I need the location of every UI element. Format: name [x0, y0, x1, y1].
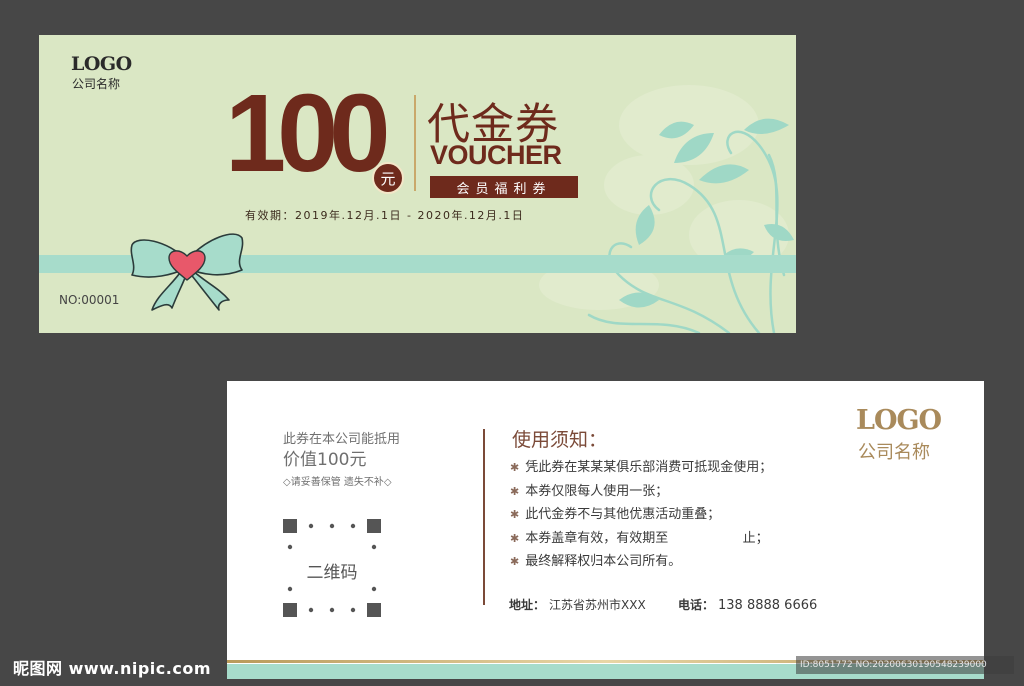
usage-notice-title: 使用须知：	[512, 429, 608, 451]
floral-decoration-icon	[587, 118, 794, 333]
yuan-badge: 元	[372, 162, 404, 194]
bullet-star-icon: ✱	[510, 531, 520, 545]
address: 地址： 江苏省苏州市XXX	[509, 596, 646, 613]
bullet-star-icon: ✱	[510, 461, 520, 474]
back-company-name: 公司名称	[858, 442, 930, 463]
bullet-star-icon: ✱	[510, 508, 520, 521]
section-divider	[483, 429, 485, 605]
qr-code-label: 二维码	[306, 563, 358, 583]
voucher-front: LOGO 公司名称 100 元 代金券 VOUCHER 会员福利券 有效期：20…	[39, 35, 796, 333]
watermark-id: ID:8051772 NO:20200630190548239000	[796, 656, 1014, 674]
list-item: ✱ 本券盖章有效，有效期至 止；	[510, 530, 769, 546]
worth-line-2: 价值100元	[283, 450, 367, 470]
list-item: ✱ 凭此券在某某某俱乐部消费可抵现金使用；	[510, 460, 773, 475]
address-value: 江苏省苏州市XXX	[549, 598, 646, 612]
phone: 电话： 138 8888 6666	[678, 596, 817, 613]
front-company-name: 公司名称	[72, 77, 121, 91]
list-item: ✱ 此代金券不与其他优惠活动重叠；	[510, 507, 721, 522]
bullet-star-icon: ✱	[510, 484, 520, 498]
list-item: ✱ 本券仅限每人使用一张；	[510, 483, 669, 499]
member-badge: 会员福利券	[430, 176, 578, 198]
bullet-star-icon: ✱	[510, 555, 520, 568]
list-item: ✱ 最终解释权归本公司所有。	[510, 554, 682, 569]
phone-value: 138 8888 6666	[718, 598, 818, 613]
phone-label: 电话：	[678, 598, 715, 612]
usage-rules-list: ✱ 凭此券在某某某俱乐部消费可抵现金使用； ✱ 本券仅限每人使用一张； ✱ 此代金券不…	[510, 456, 772, 574]
title-divider	[414, 95, 416, 191]
back-logo: LOGO	[856, 405, 942, 436]
validity-period: 有效期：2019年.12月.1日 - 2020年.12月.1日	[245, 209, 525, 222]
serial-number: NO:00001	[59, 293, 120, 307]
voucher-title-en: VOUCHER	[430, 140, 562, 170]
keep-safe-note: ◇请妥善保管 遗失不补◇	[283, 477, 392, 488]
address-label: 地址：	[509, 598, 546, 612]
front-logo: LOGO	[71, 53, 132, 75]
bow-heart-icon	[130, 233, 244, 311]
watermark-site: 昵图网 www.nipic.com	[13, 659, 211, 678]
voucher-amount: 100	[225, 72, 391, 195]
voucher-back: 此券在本公司能抵用 价值100元 ◇请妥善保管 遗失不补◇ 二维码 使用须知： …	[227, 381, 984, 679]
